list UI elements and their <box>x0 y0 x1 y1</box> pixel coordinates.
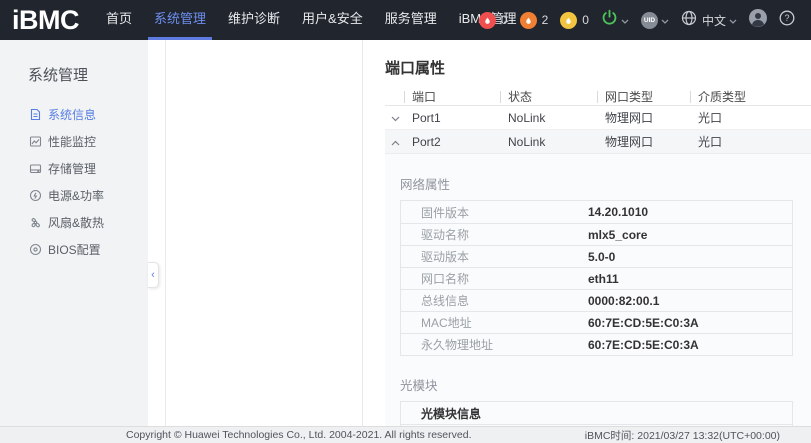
sidebar-item-fan-cooling[interactable]: 风扇&散热 <box>0 209 148 236</box>
page-title: 端口属性 <box>385 57 811 78</box>
uid-icon: UID <box>641 12 658 29</box>
secondary-panel <box>166 40 362 426</box>
help-icon: ? <box>779 10 795 31</box>
sidebar-item-performance[interactable]: 性能监控 <box>0 128 148 155</box>
top-header: iBMC 首页 系统管理 维护诊断 用户&安全 服务管理 iBMC管理 0 2 <box>0 0 811 40</box>
power-wattage-icon <box>29 189 42 202</box>
port-name: Port1 <box>404 111 441 125</box>
minor-alarm-button[interactable]: 0 <box>560 12 589 29</box>
globe-icon <box>681 10 697 31</box>
nav-maintenance-diagnosis[interactable]: 维护诊断 <box>222 0 286 40</box>
network-props-title: 网络属性 <box>400 174 811 193</box>
minor-alarm-count: 0 <box>582 13 589 27</box>
ibmc-logo: iBMC <box>12 0 79 40</box>
major-alarm-button[interactable]: 2 <box>520 12 549 29</box>
storage-icon <box>29 162 42 175</box>
nav-user-security[interactable]: 用户&安全 <box>296 0 369 40</box>
ibmc-page: iBMC 首页 系统管理 维护诊断 用户&安全 服务管理 iBMC管理 0 2 <box>0 0 811 443</box>
power-control-menu[interactable] <box>601 9 629 31</box>
optical-module-table: 光模块信息 厂商 WTD 序列号 HN205200110043 <box>400 401 793 426</box>
column-header-net-type: 网口类型 <box>597 91 653 103</box>
nav-service-management[interactable]: 服务管理 <box>379 0 443 40</box>
power-icon <box>601 9 618 31</box>
sidebar-item-storage[interactable]: 存储管理 <box>0 155 148 182</box>
port-media-type: 光口 <box>690 135 722 149</box>
language-label: 中文 <box>702 12 726 29</box>
avatar <box>749 9 767 32</box>
sidebar-title: 系统管理 <box>0 40 148 85</box>
header-right-tools: 0 2 0 <box>479 0 795 40</box>
table-row: MAC地址 60:7E:CD:5E:C0:3A <box>401 311 792 333</box>
sidebar-item-label: 风扇&散热 <box>48 214 104 231</box>
column-header-status: 状态 <box>500 91 532 103</box>
nav-home[interactable]: 首页 <box>100 0 138 40</box>
user-menu[interactable] <box>749 9 767 32</box>
network-props-table: 固件版本 14.20.1010 驱动名称 mlx5_core 驱动版本 5.0-… <box>400 200 793 356</box>
critical-alarm-button[interactable]: 0 <box>479 12 508 29</box>
sidebar-item-label: 系统信息 <box>48 106 96 123</box>
minor-alarm-icon <box>560 12 577 29</box>
svg-text:?: ? <box>784 13 789 23</box>
port-row-port2[interactable]: Port2 NoLink 物理网口 光口 <box>385 130 811 154</box>
port2-details: 网络属性 固件版本 14.20.1010 驱动名称 mlx5_core 驱动版本… <box>385 154 811 426</box>
line-chart-icon <box>29 135 42 148</box>
footer: Copyright © Huawei Technologies Co., Ltd… <box>0 426 811 443</box>
collapse-icon <box>391 135 400 149</box>
port-media-type: 光口 <box>690 111 722 125</box>
column-header-media-type: 介质类型 <box>690 91 746 103</box>
main-nav: 首页 系统管理 维护诊断 用户&安全 服务管理 iBMC管理 <box>95 0 528 40</box>
table-row: 永久物理地址 60:7E:CD:5E:C0:3A <box>401 333 792 355</box>
sidebar-menu: 系统信息 性能监控 存储管理 <box>0 101 148 263</box>
document-icon <box>29 108 42 121</box>
nav-system-management[interactable]: 系统管理 <box>148 0 212 40</box>
port-status: NoLink <box>500 135 545 149</box>
sidebar-collapse-button[interactable]: ‹ <box>148 262 159 288</box>
port-name: Port2 <box>404 135 441 149</box>
chevron-down-icon <box>661 11 669 29</box>
major-alarm-count: 2 <box>542 13 549 27</box>
uid-indicator-menu[interactable]: UID <box>641 11 669 29</box>
port-net-type: 物理网口 <box>597 135 653 149</box>
port-table: 端口 状态 网口类型 介质类型 Port1 NoLink 物理网口 光口 <box>385 89 811 154</box>
sidebar: 系统管理 系统信息 性能监控 <box>0 40 148 426</box>
sidebar-item-label: 存储管理 <box>48 160 96 177</box>
port-net-type: 物理网口 <box>597 111 653 125</box>
optical-module-title: 光模块 <box>400 375 811 394</box>
expand-icon <box>391 111 400 125</box>
chevron-down-icon <box>729 11 737 29</box>
sidebar-item-bios-config[interactable]: BIOS配置 <box>0 236 148 263</box>
table-row: 固件版本 14.20.1010 <box>401 201 792 223</box>
table-row: 网口名称 eth11 <box>401 267 792 289</box>
copyright-text: Copyright © Huawei Technologies Co., Ltd… <box>126 429 472 441</box>
gear-icon <box>29 243 42 256</box>
sidebar-item-label: 电源&功率 <box>48 187 104 204</box>
main-content: 端口属性 端口 状态 网口类型 介质类型 Port1 NoLink 物理网口 光… <box>362 40 811 426</box>
optical-module-info-label: 光模块信息 <box>401 405 481 422</box>
column-header-port: 端口 <box>404 91 436 103</box>
critical-alarm-icon <box>479 12 496 29</box>
fan-icon <box>29 216 42 229</box>
port-status: NoLink <box>500 111 545 125</box>
language-selector[interactable]: 中文 <box>681 10 737 31</box>
sidebar-item-power[interactable]: 电源&功率 <box>0 182 148 209</box>
port-table-header: 端口 状态 网口类型 介质类型 <box>385 89 811 106</box>
sidebar-item-system-info[interactable]: 系统信息 <box>0 101 148 128</box>
critical-alarm-count: 0 <box>501 13 508 27</box>
table-row: 总线信息 0000:82:00.1 <box>401 289 792 311</box>
ibmc-time: iBMC时间: 2021/03/27 13:32(UTC+00:00) <box>585 428 780 443</box>
table-row: 驱动名称 mlx5_core <box>401 223 792 245</box>
help-button[interactable]: ? <box>779 10 795 31</box>
table-row: 驱动版本 5.0-0 <box>401 245 792 267</box>
chevron-down-icon <box>621 11 629 29</box>
major-alarm-icon <box>520 12 537 29</box>
table-subheader-row: 光模块信息 <box>401 402 792 424</box>
sidebar-item-label: BIOS配置 <box>48 241 101 258</box>
port-row-port1[interactable]: Port1 NoLink 物理网口 光口 <box>385 106 811 130</box>
sidebar-item-label: 性能监控 <box>48 133 96 150</box>
